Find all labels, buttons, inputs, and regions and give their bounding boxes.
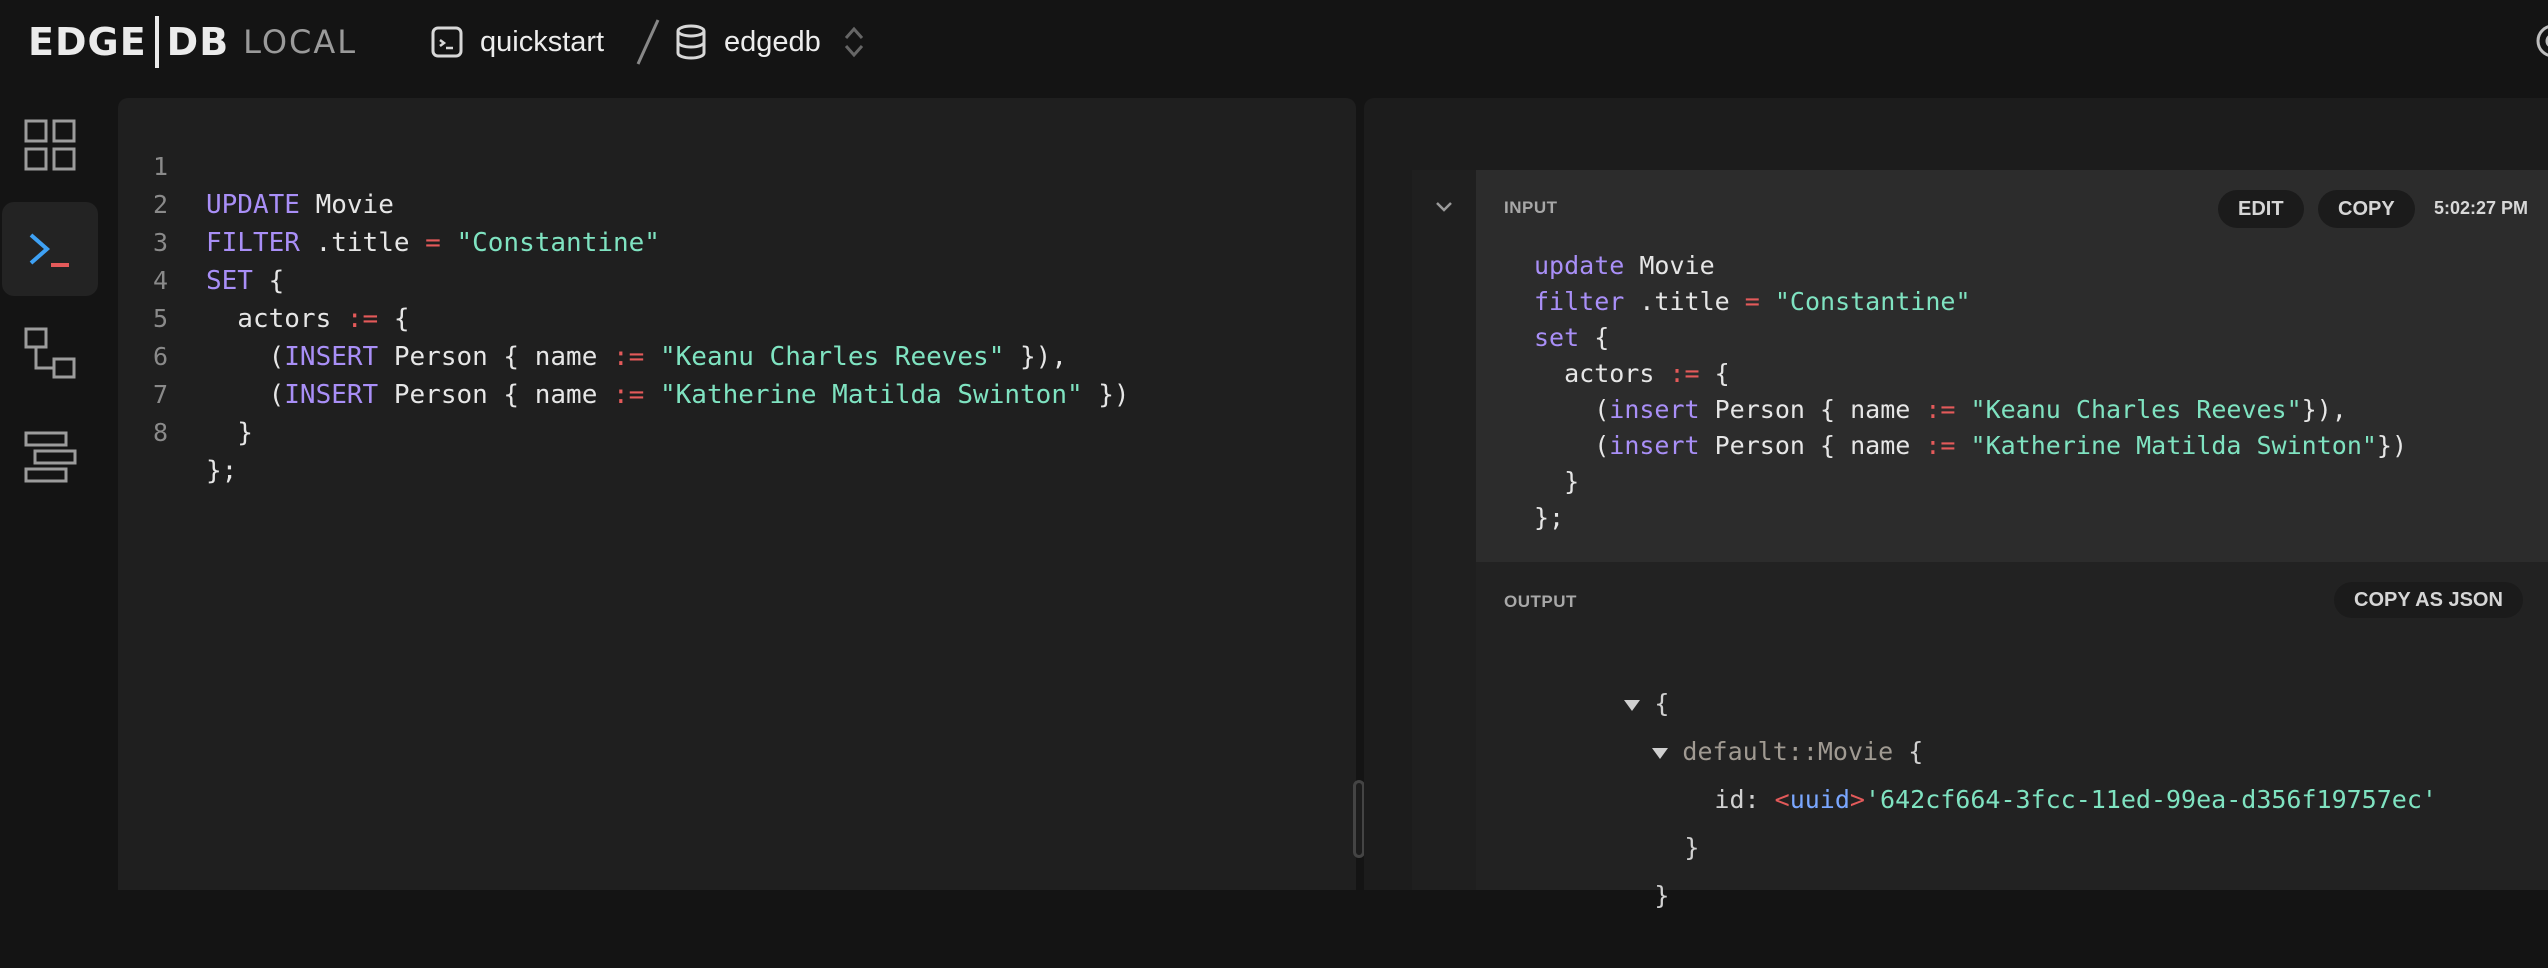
code-line: } bbox=[1534, 467, 1580, 496]
sidebar-item-dashboard[interactable] bbox=[2, 98, 98, 192]
code-line: update Movie bbox=[1534, 251, 1715, 280]
code-line: 2 FILTER .title = "Constantine" bbox=[118, 148, 1356, 258]
instance-breadcrumb[interactable]: quickstart bbox=[430, 20, 604, 64]
copy-as-json-button[interactable]: COPY AS JSON bbox=[2334, 582, 2523, 618]
tree-row: } bbox=[1654, 881, 1670, 910]
tree-row[interactable]: { bbox=[1504, 632, 2437, 718]
output-label: OUTPUT bbox=[1504, 592, 1577, 611]
edgedb-local-logo[interactable]: EDGE DB LOCAL bbox=[28, 16, 358, 68]
sidebar-item-repl[interactable] bbox=[2, 202, 98, 296]
input-section: INPUT EDIT COPY 5:02:27 PM update Movie … bbox=[1476, 170, 2548, 562]
code-line: }; bbox=[1534, 503, 1565, 532]
logo-local-text: LOCAL bbox=[243, 23, 358, 61]
code-line: 1 UPDATE Movie bbox=[118, 110, 1356, 220]
instance-icon bbox=[431, 26, 463, 58]
data-explorer-icon bbox=[24, 431, 77, 483]
help-icon[interactable] bbox=[2532, 20, 2548, 62]
query-timestamp: 5:02:27 PM bbox=[2434, 198, 2529, 218]
database-name: edgedb bbox=[724, 25, 821, 58]
logo-edge-text: EDGE bbox=[28, 20, 147, 64]
code-line: 3 SET { bbox=[118, 186, 1356, 296]
input-query: update Movie filter .title = "Constantin… bbox=[1534, 248, 2407, 536]
line-number: 8 bbox=[152, 418, 168, 447]
database-breadcrumb[interactable]: edgedb bbox=[674, 20, 821, 64]
code-line: filter .title = "Constantine" bbox=[1534, 287, 1971, 316]
history-item: INPUT EDIT COPY 5:02:27 PM update Movie … bbox=[1412, 170, 2548, 910]
sidebar-nav bbox=[0, 84, 114, 890]
tree-row: id: <uuid>'642cf664-3fcc-11ed-99ea-d356f… bbox=[1714, 785, 2437, 814]
code-line: set { bbox=[1534, 323, 1610, 352]
copy-button[interactable]: COPY bbox=[2318, 190, 2415, 228]
chevron-up-down-icon[interactable] bbox=[838, 22, 870, 62]
grid-icon bbox=[24, 119, 76, 171]
code-line: 7 } bbox=[118, 338, 1356, 448]
input-label: INPUT bbox=[1504, 198, 1558, 217]
output-tree: { default::Movie { id: <uuid>'642cf664-3… bbox=[1504, 632, 2437, 910]
query-editor[interactable]: 1 UPDATE Movie 2 FILTER .title = "Consta… bbox=[118, 98, 1356, 890]
database-icon bbox=[676, 24, 706, 60]
code-line: (insert Person { name := "Katherine Mati… bbox=[1534, 431, 2408, 460]
output-section: OUTPUT COPY AS JSON { default::Movie { i… bbox=[1476, 562, 2548, 910]
sidebar-item-data[interactable] bbox=[2, 410, 98, 504]
code-line: 6 (INSERT Person { name := "Katherine Ma… bbox=[118, 300, 1356, 410]
sidebar-item-schema[interactable] bbox=[2, 306, 98, 400]
logo-divider bbox=[154, 16, 159, 68]
code-line: 5 (INSERT Person { name := "Keanu Charle… bbox=[118, 262, 1356, 372]
code-line: 8 }; bbox=[118, 376, 1356, 486]
tree-row: } bbox=[1684, 833, 1700, 862]
logo-db-text: DB bbox=[166, 20, 230, 64]
code-line: 4 actors := { bbox=[118, 224, 1356, 334]
chevron-down-icon[interactable] bbox=[1434, 200, 1454, 214]
code-line: (insert Person { name := "Keanu Charles … bbox=[1534, 395, 2347, 424]
app-header: EDGE DB LOCAL quickstart edgedb bbox=[0, 0, 2548, 84]
code-line: actors := { bbox=[1534, 359, 1730, 388]
schema-icon bbox=[24, 327, 76, 379]
terminal-icon bbox=[29, 233, 69, 267]
edit-button[interactable]: EDIT bbox=[2218, 190, 2304, 228]
breadcrumb-separator bbox=[636, 19, 660, 65]
instance-name: quickstart bbox=[480, 25, 605, 58]
collapse-strip[interactable] bbox=[1412, 170, 1476, 890]
tree-row[interactable]: default::Movie { bbox=[1504, 680, 2437, 766]
